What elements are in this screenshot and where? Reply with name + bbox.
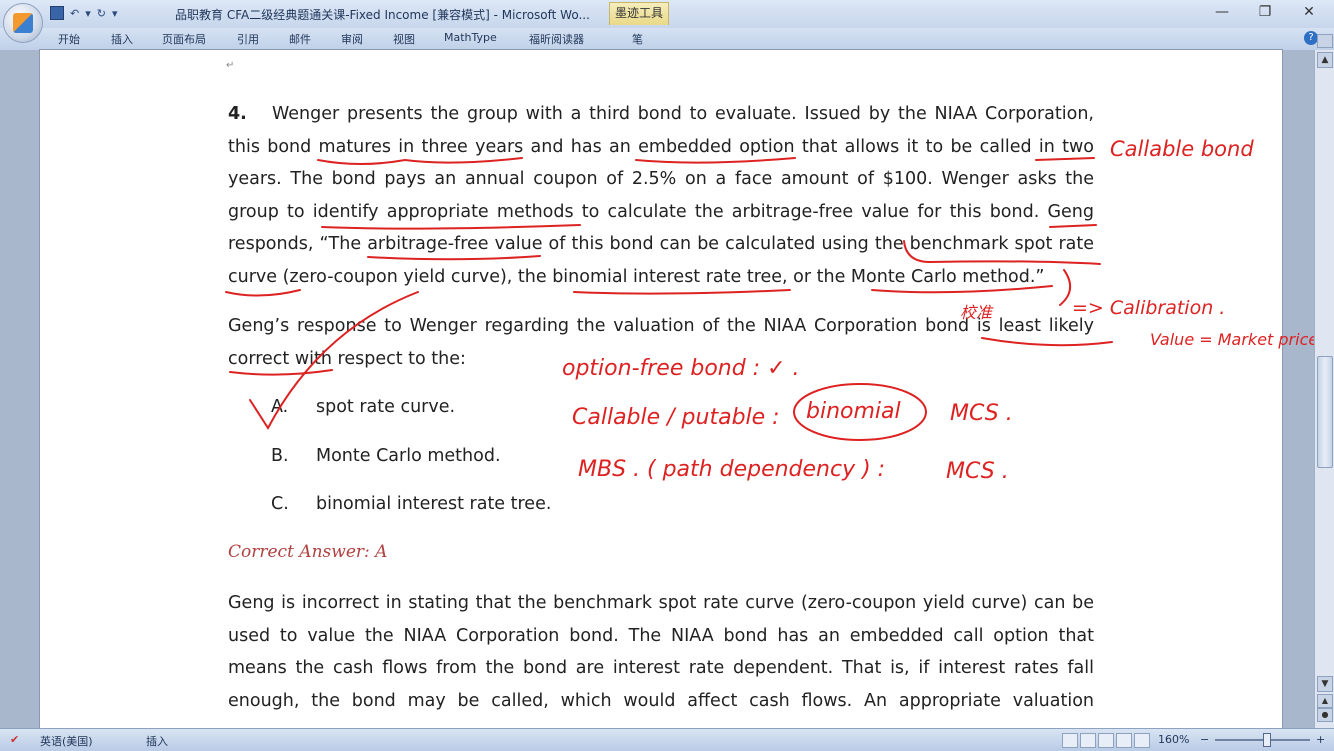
- tab-foxit-reader[interactable]: 福昕阅读器: [529, 31, 584, 47]
- print-layout-view-icon[interactable]: [1062, 733, 1078, 748]
- close-button[interactable]: ✕: [1299, 4, 1319, 20]
- tab-view[interactable]: 视图: [393, 31, 415, 47]
- scroll-thumb[interactable]: [1317, 356, 1333, 468]
- question-line: this bond matures in three years and has…: [228, 136, 1094, 157]
- explanation-line: Geng is incorrect in stating that the be…: [228, 593, 1094, 613]
- option-b-text: Monte Carlo method.: [316, 446, 501, 466]
- zoom-slider-handle[interactable]: [1263, 733, 1271, 747]
- scroll-down-arrow-icon[interactable]: ▼: [1317, 676, 1333, 692]
- undo-button[interactable]: ↶: [70, 7, 79, 20]
- option-c-letter: C.: [271, 494, 289, 514]
- ribbon-tab-bar: 开始 插入 页面布局 引用 邮件 审阅 视图 MathType 福昕阅读器 笔 …: [0, 28, 1334, 51]
- question-line: responds, “The arbitrage-free value of t…: [228, 234, 1094, 254]
- question-prompt: Geng’s response to Wenger regarding the …: [228, 310, 1094, 375]
- option-b-letter: B.: [271, 446, 289, 466]
- option-c-text: binomial interest rate tree.: [316, 494, 552, 514]
- tab-references[interactable]: 引用: [237, 31, 259, 47]
- explanation-line: enough, the bond may be called, which wo…: [228, 690, 1094, 711]
- office-button[interactable]: [3, 3, 43, 43]
- customize-qat-icon[interactable]: ▾: [112, 7, 118, 20]
- tab-pen[interactable]: 笔: [632, 31, 643, 47]
- status-bar: ✔ 英语(美国) 插入 160% − +: [0, 728, 1334, 751]
- option-a-letter: A.: [271, 397, 289, 417]
- restore-button[interactable]: ❐: [1255, 4, 1275, 20]
- window-title: 品职教育 CFA二级经典题通关课-Fixed Income [兼容模式] - M…: [175, 8, 590, 22]
- tab-page-layout[interactable]: 页面布局: [162, 31, 206, 47]
- tab-home[interactable]: 开始: [58, 31, 80, 47]
- correct-answer: Correct Answer: A: [228, 542, 388, 562]
- web-layout-view-icon[interactable]: [1098, 733, 1114, 748]
- redo-button[interactable]: ↻: [97, 7, 106, 20]
- question-line: group to identify appropriate methods to…: [228, 201, 1094, 222]
- outline-view-icon[interactable]: [1116, 733, 1132, 748]
- question-line: Wenger presents the group with a third b…: [272, 104, 1094, 124]
- help-icon[interactable]: ?: [1304, 31, 1318, 45]
- question-line: years. The bond pays an annual coupon of…: [228, 169, 1094, 189]
- language-status[interactable]: 英语(美国): [40, 733, 93, 749]
- title-bar: ↶ ▾ ↻ ▾ 品职教育 CFA二级经典题通关课-Fixed Income [兼…: [0, 0, 1334, 43]
- prompt-line: Geng’s response to Wenger regarding the …: [228, 316, 1094, 336]
- ink-tools-contextual-tab[interactable]: 墨迹工具: [609, 2, 669, 25]
- save-icon[interactable]: [50, 6, 64, 20]
- qat-dropdown-icon[interactable]: ▾: [85, 7, 91, 20]
- full-screen-reading-icon[interactable]: [1080, 733, 1096, 748]
- spellcheck-icon[interactable]: ✔: [10, 733, 19, 746]
- tab-insert[interactable]: 插入: [111, 31, 133, 47]
- paragraph-mark: ↵: [226, 60, 235, 71]
- minimize-button[interactable]: —: [1212, 4, 1232, 20]
- zoom-out-button[interactable]: −: [1200, 733, 1209, 746]
- explanation-line: used to value the NIAA Corporation bond.…: [228, 625, 1094, 646]
- tab-review[interactable]: 审阅: [341, 31, 363, 47]
- tab-mailings[interactable]: 邮件: [289, 31, 311, 47]
- previous-page-icon[interactable]: ▲: [1317, 694, 1333, 708]
- office-logo-icon: [13, 13, 33, 33]
- option-a-text: spot rate curve.: [316, 397, 456, 417]
- question-text: Wenger presents the group with a third b…: [228, 98, 1094, 293]
- quick-access-toolbar: ↶ ▾ ↻ ▾: [50, 5, 118, 21]
- zoom-in-button[interactable]: +: [1316, 733, 1325, 746]
- select-browse-object-icon[interactable]: ●: [1317, 708, 1333, 722]
- scroll-up-arrow-icon[interactable]: ▲: [1317, 52, 1333, 68]
- explanation-line: means the cash flows from the bond are i…: [228, 658, 1094, 678]
- zoom-level[interactable]: 160%: [1158, 733, 1189, 746]
- prompt-line: correct with respect to the:: [228, 348, 466, 369]
- explanation-text: Geng is incorrect in stating that the be…: [228, 587, 1094, 728]
- question-line: curve (zero-coupon yield curve), the bin…: [228, 266, 1045, 287]
- ruler-toggle-icon[interactable]: [1317, 34, 1333, 48]
- draft-view-icon[interactable]: [1134, 733, 1150, 748]
- tab-mathtype[interactable]: MathType: [444, 31, 497, 44]
- insert-mode-status[interactable]: 插入: [146, 733, 168, 749]
